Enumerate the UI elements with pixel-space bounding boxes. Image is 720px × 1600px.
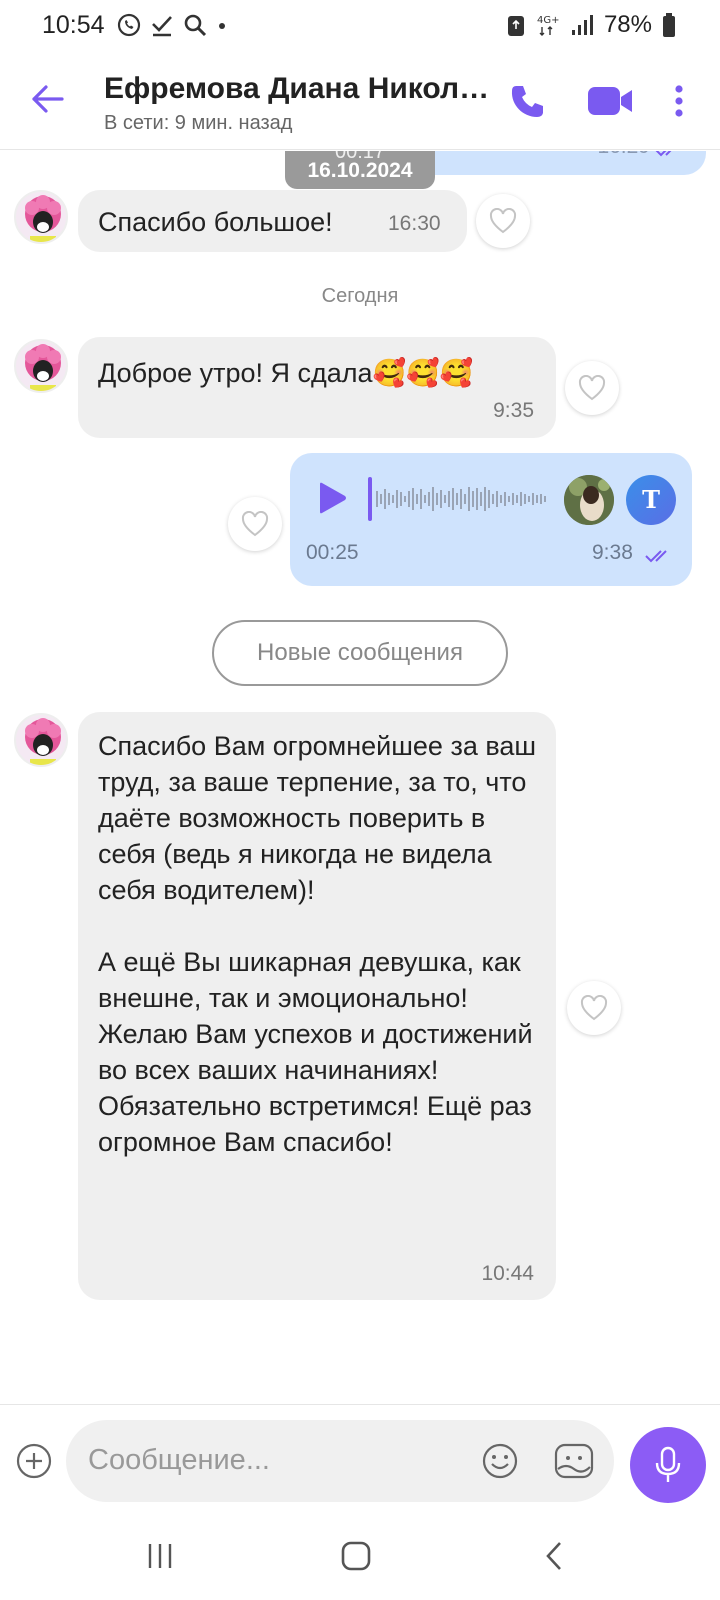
play-icon — [320, 482, 346, 514]
battery-percent: 78% — [603, 11, 652, 38]
message-text: Доброе утро! Я сдала🥰🥰🥰 — [98, 358, 474, 388]
heart-icon — [580, 995, 608, 1021]
chat-messages[interactable]: 16:29 00:17 16.10.2024 Спасибо большое! … — [0, 151, 720, 1404]
status-time: 10:54 — [42, 11, 105, 39]
play-button[interactable] — [316, 481, 348, 520]
checkmark-notification-icon — [152, 16, 172, 37]
contact-avatar[interactable] — [14, 190, 68, 244]
message-time: 9:38 — [592, 541, 633, 564]
message-input-placeholder: Сообщение... — [88, 1444, 270, 1476]
date-chip-label: 16.10.2024 — [307, 159, 413, 182]
status-notification-icons — [116, 12, 228, 38]
sticker-icon — [554, 1443, 594, 1479]
video-call-button[interactable] — [586, 82, 634, 125]
plus-circle-icon — [16, 1443, 52, 1479]
system-navigation-bar — [0, 1516, 720, 1600]
voice-record-button[interactable] — [630, 1427, 706, 1503]
smiley-icon — [482, 1443, 518, 1479]
recent-apps-button[interactable] — [146, 1540, 174, 1577]
recent-apps-icon — [148, 1544, 172, 1568]
phone-icon — [511, 86, 543, 117]
contact-last-seen: В сети: 9 мин. назад — [104, 112, 293, 134]
svg-text:4G+: 4G+ — [537, 15, 560, 26]
viber-notification-icon — [117, 13, 141, 37]
sticker-button[interactable] — [554, 1442, 594, 1485]
avatar-image — [25, 718, 61, 765]
message-bubble-in[interactable]: Доброе утро! Я сдала🥰🥰🥰 9:35 — [78, 337, 556, 438]
heart-icon — [578, 375, 606, 401]
microphone-icon — [655, 1446, 681, 1482]
search-notification-icon — [184, 14, 207, 37]
chat-header: Ефремова Диана Никол… В сети: 9 мин. наз… — [0, 52, 720, 150]
message-time: 16:29 — [597, 151, 650, 159]
transcribe-avatar[interactable]: T — [626, 475, 676, 525]
new-messages-divider: Новые сообщения — [212, 620, 508, 686]
signal-strength-icon — [571, 15, 593, 35]
photo-avatar-image — [564, 475, 614, 525]
like-button[interactable] — [565, 361, 619, 415]
arrow-left-icon — [32, 85, 64, 113]
contact-name[interactable]: Ефремова Диана Никол… — [104, 72, 489, 106]
message-time: 9:35 — [493, 399, 534, 422]
back-button[interactable] — [30, 84, 64, 119]
voice-call-button[interactable] — [508, 82, 546, 125]
like-button[interactable] — [476, 194, 530, 248]
battery-icon — [663, 13, 675, 37]
home-button[interactable] — [340, 1540, 372, 1577]
back-nav-button[interactable] — [543, 1540, 565, 1577]
battery-saver-icon — [507, 16, 524, 36]
status-bar: 10:54 4G+ 78% — [0, 0, 720, 52]
message-bubble-in[interactable]: Спасибо большое! 16:30 — [78, 190, 467, 252]
heart-icon — [241, 511, 269, 537]
emoji-button[interactable] — [481, 1442, 519, 1485]
voice-duration: 00:25 — [306, 541, 359, 564]
message-time: 16:30 — [388, 212, 441, 235]
transcribe-avatar-initial: T — [642, 485, 660, 514]
heart-icon — [489, 208, 517, 234]
double-check-icon — [645, 550, 667, 563]
network-4g-icon: 4G+ — [537, 15, 560, 36]
message-bubble-in[interactable]: Спасибо Вам огромнейшее за ваш труд, за … — [78, 712, 556, 1300]
video-camera-icon — [588, 87, 632, 115]
contact-avatar[interactable] — [14, 339, 68, 393]
contact-avatar[interactable] — [14, 713, 68, 767]
like-button[interactable] — [228, 497, 282, 551]
home-icon — [341, 1541, 371, 1571]
more-vertical-icon — [675, 85, 683, 117]
day-separator: Сегодня — [321, 285, 399, 307]
status-system-icons: 4G+ 78% — [506, 11, 676, 39]
attach-button[interactable] — [16, 1443, 52, 1484]
like-button[interactable] — [567, 981, 621, 1035]
more-notifications-dot-icon — [219, 23, 225, 29]
date-chip: 00:17 16.10.2024 — [285, 151, 435, 189]
chevron-left-icon — [546, 1542, 561, 1570]
voice-message-bubble[interactable]: T 00:25 9:38 — [290, 453, 692, 586]
sender-photo-avatar — [564, 475, 614, 525]
voice-waveform[interactable] — [368, 475, 554, 523]
message-text: Спасибо большое! — [98, 207, 333, 237]
message-input[interactable]: Сообщение... — [66, 1420, 614, 1502]
avatar-image — [25, 195, 61, 242]
double-check-icon — [655, 151, 672, 157]
message-text: Спасибо Вам огромнейшее за ваш труд, за … — [98, 731, 537, 1157]
message-composer: Сообщение... — [0, 1404, 720, 1516]
message-time: 10:44 — [481, 1262, 534, 1285]
more-options-button[interactable] — [674, 82, 684, 125]
avatar-image — [25, 344, 61, 391]
